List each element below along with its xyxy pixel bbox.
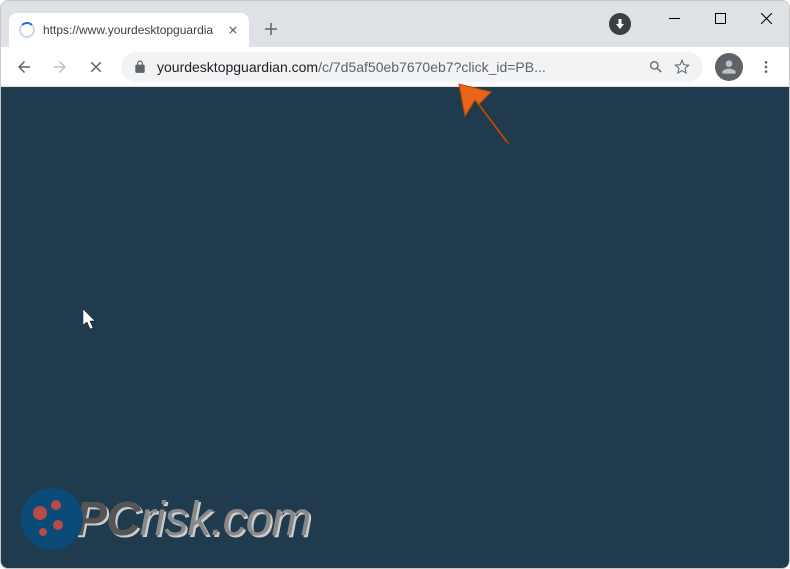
close-icon (229, 26, 237, 34)
close-icon (87, 58, 105, 76)
kebab-menu-icon (758, 59, 774, 75)
bookmark-button[interactable] (669, 54, 695, 80)
watermark-logo: PCrisk.com (21, 488, 310, 550)
mouse-cursor-icon (83, 309, 99, 336)
search-icon (648, 59, 664, 75)
search-in-page-button[interactable] (643, 54, 669, 80)
back-button[interactable] (7, 50, 41, 84)
tab-title: https://www.yourdesktopguardia (43, 23, 219, 37)
loading-spinner-icon (19, 22, 35, 38)
plus-icon (264, 22, 278, 36)
chrome-menu-button[interactable] (749, 50, 783, 84)
tab-strip: https://www.yourdesktopguardia (1, 1, 285, 47)
address-bar[interactable]: yourdesktopguardian.com/c/7d5af50eb7670e… (121, 52, 703, 82)
close-icon (761, 13, 772, 24)
browser-window: https://www.yourdesktopguardia (0, 0, 790, 569)
extension-badge[interactable] (609, 13, 631, 35)
watermark-text: PCrisk.com (75, 492, 310, 547)
arrow-right-icon (51, 58, 69, 76)
toolbar: yourdesktopguardian.com/c/7d5af50eb7670e… (1, 47, 789, 87)
maximize-button[interactable] (697, 1, 743, 35)
watermark-brand-prefix: PC (75, 493, 140, 546)
watermark-brand-suffix: .com (210, 493, 310, 546)
minimize-button[interactable] (651, 1, 697, 35)
tab-close-button[interactable] (225, 22, 241, 38)
url-domain: yourdesktopguardian.com (157, 59, 318, 75)
arrow-left-icon (15, 58, 33, 76)
star-icon (674, 59, 690, 75)
stop-reload-button[interactable] (79, 50, 113, 84)
lock-icon (133, 60, 147, 74)
person-icon (719, 57, 739, 77)
maximize-icon (715, 13, 726, 24)
window-controls (651, 1, 789, 35)
titlebar: https://www.yourdesktopguardia (1, 1, 789, 47)
url-display: yourdesktopguardian.com/c/7d5af50eb7670e… (157, 59, 643, 75)
forward-button[interactable] (43, 50, 77, 84)
page-content: PCrisk.com (1, 87, 789, 568)
pointer-down-icon (615, 19, 625, 29)
browser-tab[interactable]: https://www.yourdesktopguardia (9, 13, 249, 47)
window-close-button[interactable] (743, 1, 789, 35)
watermark-brand-mid: risk (140, 493, 211, 546)
watermark-circle-icon (21, 488, 83, 550)
minimize-icon (669, 13, 680, 24)
url-path: /c/7d5af50eb7670eb7?click_id=PB... (318, 59, 546, 75)
profile-avatar[interactable] (715, 53, 743, 81)
new-tab-button[interactable] (257, 15, 285, 43)
